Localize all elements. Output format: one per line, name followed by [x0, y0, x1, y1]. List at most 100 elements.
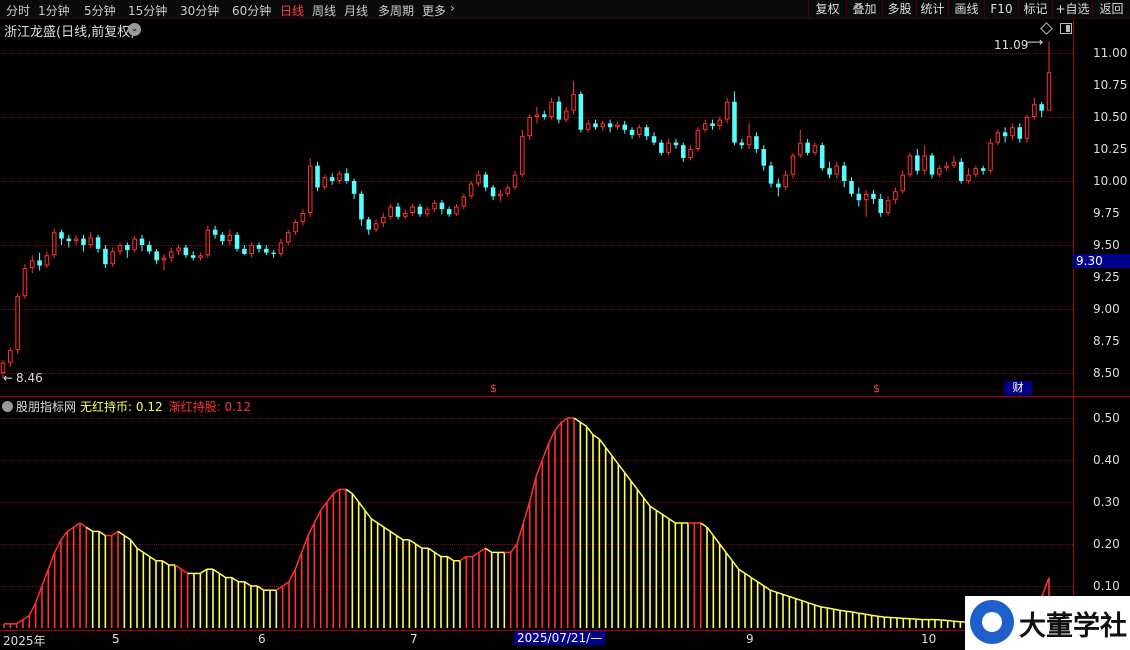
- price-tick: 11.00: [1093, 46, 1128, 60]
- candle-body: [659, 142, 664, 153]
- indicator-line-segment: [700, 522, 708, 528]
- candle-body: [132, 238, 137, 251]
- indicator-line-segment: [586, 425, 594, 436]
- indicator-line-segment: [288, 568, 297, 583]
- price-tick: 10.75: [1093, 78, 1128, 92]
- back-button[interactable]: 返回: [1092, 0, 1130, 19]
- candle-body: [249, 245, 254, 254]
- indicator-line-segment: [725, 551, 733, 562]
- candle-body: [761, 149, 766, 166]
- indicator-line-segment: [789, 595, 796, 600]
- price-tick: 9.00: [1093, 302, 1120, 316]
- candle-body: [329, 177, 335, 181]
- candle-body: [695, 129, 701, 150]
- indicator-line1-value: 无红持币: 0.12: [80, 400, 163, 414]
- indicator-line-segment: [34, 585, 43, 604]
- low-price-label: 8.46: [16, 371, 43, 385]
- indicator-name[interactable]: 股朋指标网: [16, 400, 76, 414]
- candle-body: [66, 238, 72, 242]
- candle-body: [783, 174, 788, 188]
- indicator-header: 股朋指标网 无红持币: 0.12 渐红持股: 0.12: [2, 398, 251, 414]
- candle-body: [724, 101, 730, 120]
- candle-body: [629, 129, 635, 135]
- chart-canvas: [0, 41, 1052, 628]
- indicator-line-segment: [541, 442, 550, 461]
- indicator-line-segment: [668, 518, 676, 524]
- candle-body: [110, 251, 115, 265]
- financial-report-marker[interactable]: 财: [1004, 381, 1032, 395]
- candle-body: [805, 142, 810, 153]
- indicator-tick: 0.30: [1093, 495, 1120, 509]
- candle-body: [812, 145, 818, 153]
- indicator-line-segment: [98, 530, 106, 537]
- candle-body: [944, 165, 949, 169]
- settings-icon[interactable]: [2, 401, 13, 412]
- indicator-line-segment: [396, 534, 404, 541]
- candle-body: [856, 193, 862, 201]
- candle-body: [359, 193, 364, 220]
- candle-body: [424, 209, 430, 215]
- candle-body: [849, 181, 854, 194]
- indicator-line-segment: [282, 581, 290, 587]
- candle-body: [212, 229, 218, 235]
- indicator-line-segment: [377, 522, 385, 528]
- indicator-line-segment: [598, 438, 607, 448]
- candle-body: [878, 198, 884, 213]
- indicator-line-segment: [332, 488, 341, 495]
- arrow-icon: ⟶: [1026, 35, 1044, 49]
- indicator-line-segment: [649, 505, 657, 512]
- indicator-line-segment: [782, 593, 790, 598]
- candle-body: [871, 193, 876, 199]
- candle-body: [103, 248, 108, 265]
- indicator-line-segment: [636, 488, 645, 499]
- candle-body: [900, 174, 905, 192]
- candle-body: [893, 191, 898, 201]
- indicator-line-segment: [820, 606, 828, 609]
- dividend-marker[interactable]: $: [490, 382, 497, 395]
- indicator-line-segment: [383, 526, 391, 533]
- indicator-line-segment: [763, 585, 771, 591]
- candle-body: [59, 232, 64, 239]
- indicator-line-segment: [858, 612, 866, 615]
- indicator-line-segment: [73, 522, 81, 528]
- indicator-line-segment: [712, 535, 721, 545]
- indicator-line-segment: [231, 576, 239, 583]
- candle-body: [351, 181, 357, 194]
- candle-body: [702, 123, 708, 130]
- candle-body: [607, 123, 613, 128]
- candle-body: [644, 127, 649, 137]
- indicator-tick: 0.10: [1093, 579, 1120, 593]
- indicator-line-segment: [814, 604, 822, 608]
- indicator-line-segment: [320, 501, 328, 511]
- candle-body: [161, 257, 167, 261]
- indicator-line-segment: [53, 539, 62, 553]
- candle-body: [980, 168, 986, 171]
- indicator-line-segment: [592, 434, 600, 440]
- candle-body: [227, 234, 233, 242]
- candle-body: [176, 247, 181, 252]
- logo-icon: [970, 600, 1014, 644]
- candle-body: [322, 177, 328, 188]
- candle-body: [190, 255, 196, 258]
- candle-body: [958, 161, 964, 181]
- candle-body: [790, 155, 796, 175]
- candle-body: [242, 248, 247, 254]
- indicator-line-segment: [801, 599, 809, 604]
- candle-body: [432, 202, 437, 210]
- indicator-line-segment: [28, 602, 37, 616]
- indicator-line-segment: [560, 417, 569, 423]
- dividend-marker[interactable]: $: [873, 382, 880, 395]
- indicator-line-segment: [605, 446, 613, 457]
- candle-body: [710, 123, 715, 126]
- candle-body: [819, 145, 825, 169]
- candle-body: [22, 268, 28, 297]
- candle-body: [271, 252, 276, 254]
- indicator-line-segment: [22, 614, 30, 621]
- indicator-line-segment: [706, 526, 714, 537]
- candle-body: [937, 168, 942, 175]
- indicator-line-segment: [510, 543, 518, 553]
- current-price-marker: 9.30: [1073, 254, 1130, 268]
- indicator-line-segment: [662, 513, 670, 520]
- indicator-line-segment: [827, 607, 834, 610]
- candle-body: [776, 183, 781, 188]
